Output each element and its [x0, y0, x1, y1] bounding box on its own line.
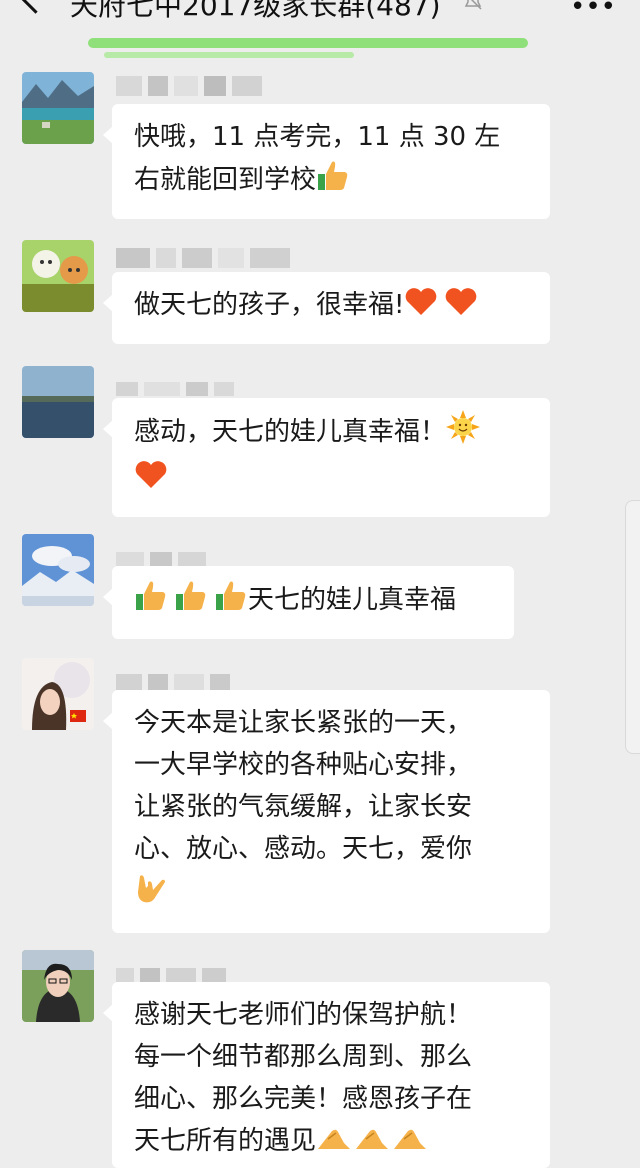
love-you-hand-icon	[134, 870, 168, 919]
more-dots-icon[interactable]: •••	[570, 0, 616, 22]
nickname-redacted	[116, 76, 262, 98]
sun-face-icon	[446, 410, 481, 457]
message-line: 细心、那么完美！感恩孩子在	[134, 1084, 473, 1114]
mute-bell-icon	[464, 0, 482, 10]
nickname-redacted	[116, 248, 290, 270]
message-bubble[interactable]: 做天七的孩子，很幸福!	[103, 272, 550, 344]
scrollbar-handle[interactable]	[625, 500, 640, 754]
avatar[interactable]	[22, 240, 94, 312]
message-line: 今天本是让家长紧张的一天，	[134, 708, 473, 738]
bow-hands-icon	[316, 1123, 352, 1166]
thumbs-up-icon	[134, 578, 168, 625]
avatar[interactable]	[22, 366, 94, 438]
chat-header: 天府七中2017级家长群(487) •••	[0, 0, 640, 26]
heart-icon	[134, 460, 168, 503]
heart-icon	[404, 287, 438, 330]
chat-title: 天府七中2017级家长群(487)	[70, 0, 441, 22]
progress-indicator-secondary	[104, 52, 354, 58]
message-line: 心、放心、感动。天七，爱你	[134, 834, 473, 864]
message-bubble[interactable]: 快哦，11 点考完，11 点 30 左 右就能回到学校	[103, 104, 550, 219]
message-bubble[interactable]: 天七的娃儿真幸福	[103, 566, 514, 639]
chevron-left-icon[interactable]	[19, 0, 52, 14]
avatar[interactable]	[22, 658, 94, 730]
message-line: 天七的娃儿真幸福	[248, 585, 457, 615]
message-line: 快哦，11 点考完，11 点 30 左	[134, 122, 501, 152]
thumbs-up-icon	[174, 578, 208, 625]
message-bubble[interactable]: 今天本是让家长紧张的一天， 一大早学校的各种贴心安排， 让紧张的气氛缓解，让家长…	[103, 690, 550, 933]
thumbs-up-icon	[214, 578, 248, 625]
message-line: 每一个细节都那么周到、那么	[134, 1042, 473, 1072]
message-line: 一大早学校的各种贴心安排，	[134, 750, 473, 780]
avatar[interactable]	[22, 950, 94, 1022]
message-line: 让紧张的气氛缓解，让家长安	[134, 792, 473, 822]
message-line: 感谢天七老师们的保驾护航！	[134, 1000, 473, 1030]
heart-icon	[444, 287, 478, 330]
message-line: 感动，天七的娃儿真幸福！	[134, 417, 447, 447]
progress-indicator	[88, 38, 528, 48]
message-line: 天七所有的遇见	[134, 1126, 317, 1156]
avatar[interactable]	[22, 72, 94, 144]
bow-hands-icon	[354, 1123, 390, 1166]
avatar[interactable]	[22, 534, 94, 606]
message-line: 做天七的孩子，很幸福!	[134, 290, 405, 320]
message-bubble[interactable]: 感谢天七老师们的保驾护航！ 每一个细节都那么周到、那么 细心、那么完美！感恩孩子…	[103, 982, 550, 1168]
message-line: 右就能回到学校	[134, 165, 317, 195]
message-bubble[interactable]: 感动，天七的娃儿真幸福！	[103, 398, 550, 517]
thumbs-up-icon	[316, 158, 350, 205]
bow-hands-icon	[392, 1123, 428, 1166]
